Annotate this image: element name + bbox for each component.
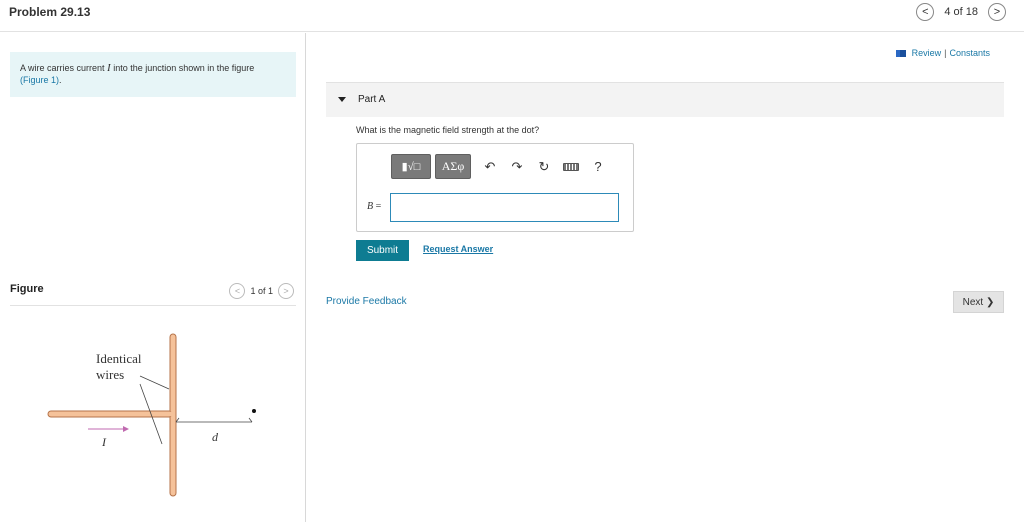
answer-input[interactable] xyxy=(390,193,619,222)
part-label: Part A xyxy=(358,94,386,105)
distance-arrow-right xyxy=(248,417,253,423)
junction-joint xyxy=(170,411,176,417)
figure-counter: 1 of 1 xyxy=(250,286,273,296)
question-text: What is the magnetic field strength at t… xyxy=(356,125,540,135)
answer-label: B = xyxy=(367,201,381,212)
right-panel: Review | Constants Part A What is the ma… xyxy=(307,33,1024,522)
review-separator: | xyxy=(944,48,947,58)
problem-title: Problem 29.13 xyxy=(9,5,91,19)
figure-title: Figure xyxy=(10,283,44,295)
horizontal-wire xyxy=(47,410,173,418)
request-answer-link[interactable]: Request Answer xyxy=(423,244,493,254)
pointer-line-2 xyxy=(139,375,170,390)
constants-link[interactable]: Constants xyxy=(949,48,990,58)
label-current: I xyxy=(101,435,107,449)
left-panel: A wire carries current I into the juncti… xyxy=(0,33,306,522)
book-icon xyxy=(895,49,906,57)
math-toolbar: ▮√□ ΑΣφ ↶ ↷ ↻ ? xyxy=(391,154,610,179)
answer-equals: = xyxy=(373,201,382,212)
figure-link[interactable]: (Figure 1) xyxy=(20,75,59,85)
part-a-header[interactable]: Part A xyxy=(326,83,1004,117)
figure-header: Figure < 1 of 1 > xyxy=(10,282,296,306)
junction-figure: Identical wires I d xyxy=(47,333,256,497)
next-button[interactable]: Next ❯ xyxy=(953,291,1004,313)
intro-text-after: into the junction shown in the figure xyxy=(110,63,255,73)
redo-icon[interactable]: ↷ xyxy=(505,155,529,179)
answer-box: ▮√□ ΑΣφ ↶ ↷ ↻ ? B = xyxy=(356,143,634,232)
previous-problem-button[interactable]: < xyxy=(916,3,935,21)
label-wires: wires xyxy=(96,367,124,382)
problem-counter: 4 of 18 xyxy=(944,6,978,18)
field-point-dot xyxy=(252,409,256,413)
problem-intro: A wire carries current I into the juncti… xyxy=(10,52,296,97)
figure-pager: < 1 of 1 > xyxy=(229,283,294,299)
undo-icon[interactable]: ↶ xyxy=(478,155,502,179)
label-identical: Identical xyxy=(96,351,142,366)
intro-trailing: . xyxy=(59,75,62,85)
label-distance: d xyxy=(212,430,219,444)
problem-pager: < 4 of 18 > xyxy=(916,3,1006,21)
intro-text-before: A wire carries current xyxy=(20,63,108,73)
keyboard-shortcuts-button[interactable] xyxy=(559,155,583,179)
figure-next-button[interactable]: > xyxy=(278,283,294,299)
chevron-left-icon: < xyxy=(922,6,929,18)
greek-symbols-button[interactable]: ΑΣφ xyxy=(435,154,471,179)
provide-feedback-link[interactable]: Provide Feedback xyxy=(326,296,407,307)
next-problem-button[interactable]: > xyxy=(988,3,1006,21)
help-icon[interactable]: ? xyxy=(586,155,610,179)
keyboard-icon xyxy=(563,162,579,171)
chevron-left-icon: < xyxy=(234,286,241,296)
templates-button[interactable]: ▮√□ xyxy=(391,154,431,179)
figure-prev-button[interactable]: < xyxy=(229,283,246,299)
review-link[interactable]: Review xyxy=(912,48,942,58)
review-constants-bar: Review | Constants xyxy=(895,48,990,58)
current-arrow-head xyxy=(123,426,129,432)
top-header: Problem 29.13 < 4 of 18 > xyxy=(0,0,1024,32)
collapse-triangle-icon[interactable] xyxy=(338,97,346,102)
submit-button[interactable]: Submit xyxy=(356,240,409,261)
reset-icon[interactable]: ↻ xyxy=(532,155,556,179)
chevron-right-icon: > xyxy=(283,286,289,296)
chevron-right-icon: > xyxy=(993,6,1001,18)
